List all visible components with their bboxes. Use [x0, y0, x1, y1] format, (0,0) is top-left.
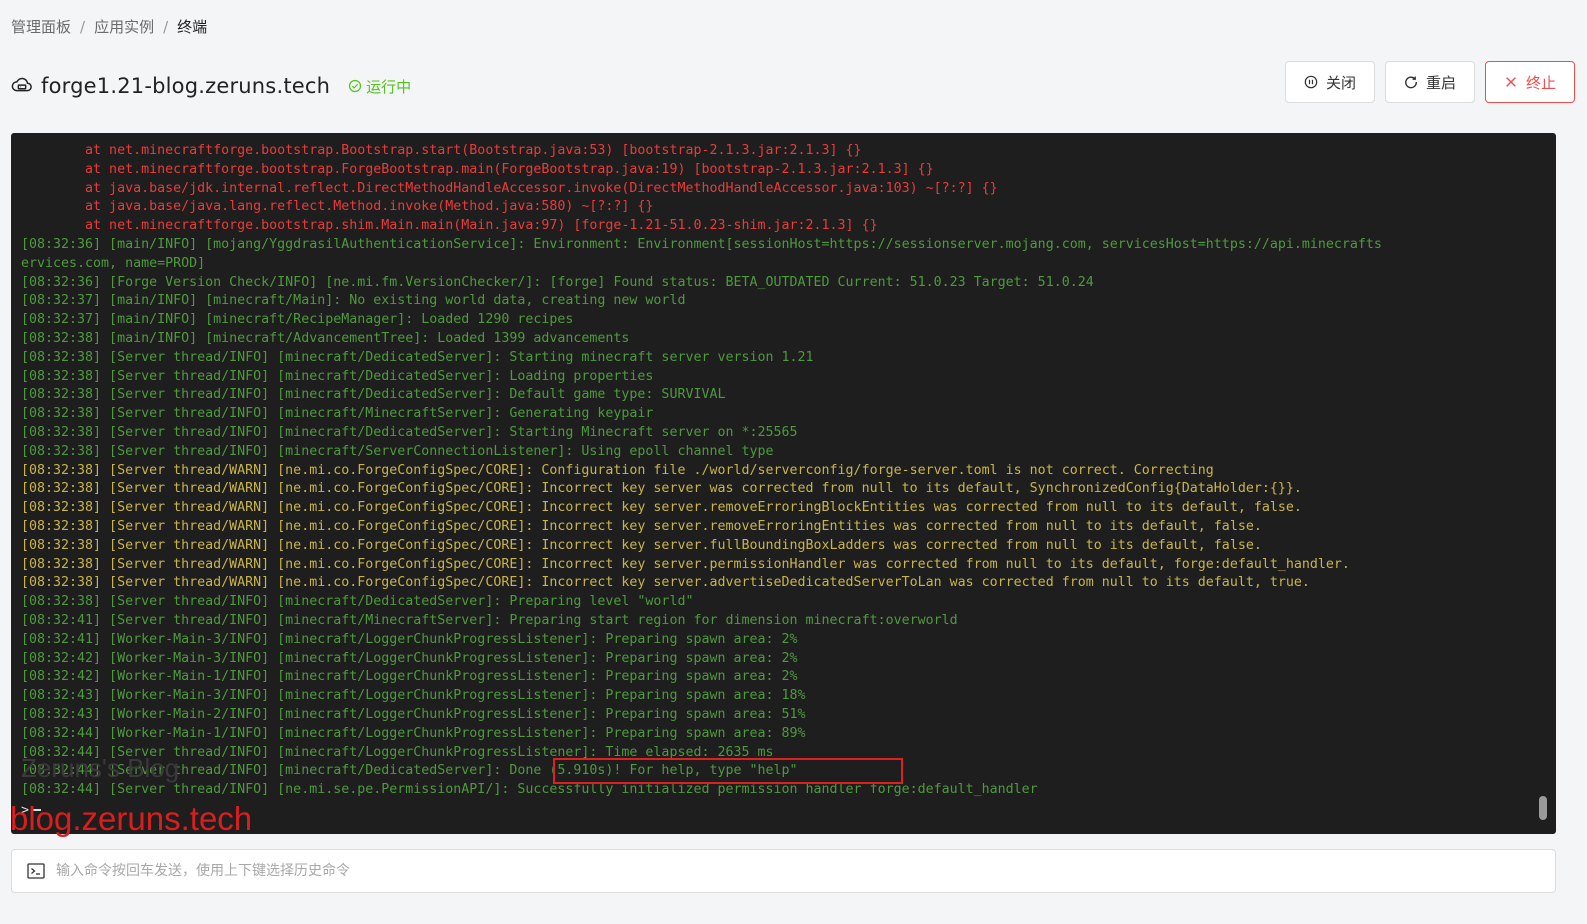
- log-line: [08:32:37] [main/INFO] [minecraft/Recipe…: [21, 312, 574, 328]
- terminal-scrollbar[interactable]: [1539, 796, 1547, 820]
- log-line: [08:32:38] [Server thread/INFO] [minecra…: [21, 594, 694, 610]
- cloud-server-icon: [11, 77, 32, 92]
- log-line: [08:32:38] [Server thread/INFO] [minecra…: [21, 406, 654, 422]
- breadcrumb-item-dashboard[interactable]: 管理面板: [11, 16, 71, 37]
- command-input-box: [11, 849, 1556, 893]
- log-line: [08:32:38] [Server thread/WARN] [ne.mi.c…: [21, 575, 1310, 591]
- log-line: [08:32:43] [Worker-Main-2/INFO] [minecra…: [21, 706, 806, 722]
- log-line: [08:32:38] [Server thread/WARN] [ne.mi.c…: [21, 537, 1262, 553]
- breadcrumb-item-instances[interactable]: 应用实例: [94, 16, 154, 37]
- log-line: [08:32:38] [Server thread/INFO] [minecra…: [21, 368, 654, 384]
- log-line: [08:32:42] [Worker-Main-1/INFO] [minecra…: [21, 669, 798, 685]
- breadcrumb-separator: /: [80, 17, 86, 36]
- breadcrumb-item-terminal: 终端: [177, 18, 208, 36]
- log-line: [08:32:43] [Worker-Main-3/INFO] [minecra…: [21, 688, 806, 704]
- log-line: [08:32:36] [main/INFO] [mojang/Yggdrasil…: [21, 236, 1382, 252]
- watermark-blog-name: Zeruns's Blog: [21, 753, 180, 783]
- instance-actions: 关闭 重启 终止: [1275, 61, 1575, 103]
- log-line: [08:32:38] [Server thread/WARN] [ne.mi.c…: [21, 500, 1302, 516]
- close-icon: [1506, 77, 1516, 87]
- close-button-label: 关闭: [1325, 73, 1356, 92]
- log-line: [08:32:38] [Server thread/WARN] [ne.mi.c…: [21, 481, 1302, 497]
- breadcrumb-separator: /: [163, 17, 169, 36]
- log-line: at java.base/java.lang.reflect.Method.in…: [21, 199, 654, 215]
- log-line: [08:32:38] [Server thread/INFO] [minecra…: [21, 443, 774, 459]
- page-title: forge1.21-blog.zeruns.tech: [41, 74, 331, 98]
- terminate-button-label: 终止: [1525, 73, 1556, 92]
- log-line: at net.minecraftforge.bootstrap.ForgeBoo…: [21, 161, 934, 177]
- log-line: at net.minecraftforge.bootstrap.shim.Mai…: [21, 218, 878, 234]
- log-line: [08:32:38] [Server thread/INFO] [minecra…: [21, 424, 798, 440]
- log-line: [08:32:37] [main/INFO] [minecraft/Main]:…: [21, 293, 686, 309]
- restart-button[interactable]: 重启: [1384, 61, 1475, 103]
- log-line: at net.minecraftforge.bootstrap.Bootstra…: [21, 143, 862, 158]
- log-line: [08:32:41] [Server thread/INFO] [minecra…: [21, 612, 958, 628]
- log-line: [08:32:38] [main/INFO] [minecraft/Advanc…: [21, 330, 630, 346]
- watermark-blog-url: blog.zeruns.tech: [10, 800, 253, 837]
- refresh-icon: [1405, 76, 1417, 89]
- status-label: 运行中: [366, 77, 412, 96]
- log-line: [08:32:38] [Server thread/WARN] [ne.mi.c…: [21, 556, 1350, 572]
- terminal-icon: [27, 863, 45, 879]
- status-badge: 运行中: [348, 76, 411, 97]
- log-line: [08:32:36] [Forge Version Check/INFO] [n…: [21, 274, 1094, 290]
- log-line: [08:32:38] [Server thread/INFO] [minecra…: [21, 387, 726, 403]
- instance-header: forge1.21-blog.zeruns.tech 运行中 关闭 重启 终止: [11, 61, 1575, 106]
- log-line: [08:32:42] [Worker-Main-3/INFO] [minecra…: [21, 650, 798, 666]
- command-input[interactable]: [54, 862, 1555, 880]
- log-line: ervices.com, name=PROD]: [21, 255, 206, 271]
- breadcrumb: 管理面板 / 应用实例 / 终端: [11, 16, 207, 37]
- log-line: at java.base/jdk.internal.reflect.Direct…: [21, 180, 998, 196]
- done-highlight-box: [553, 758, 903, 784]
- terminal-log: at net.minecraftforge.bootstrap.Bootstra…: [21, 142, 1534, 800]
- terminate-button[interactable]: 终止: [1484, 61, 1575, 103]
- log-line: [08:32:38] [Server thread/INFO] [minecra…: [21, 349, 814, 365]
- pause-circle-icon: [1304, 75, 1318, 89]
- log-line: [08:32:41] [Worker-Main-3/INFO] [minecra…: [21, 631, 798, 647]
- log-line: [08:32:44] [Worker-Main-1/INFO] [minecra…: [21, 725, 806, 741]
- close-button[interactable]: 关闭: [1284, 61, 1375, 103]
- terminal-output[interactable]: at net.minecraftforge.bootstrap.Bootstra…: [11, 133, 1556, 834]
- log-line: [08:32:38] [Server thread/WARN] [ne.mi.c…: [21, 518, 1262, 534]
- check-circle-icon: [349, 79, 362, 93]
- log-line: [08:32:38] [Server thread/WARN] [ne.mi.c…: [21, 462, 1214, 478]
- restart-button-label: 重启: [1425, 73, 1456, 92]
